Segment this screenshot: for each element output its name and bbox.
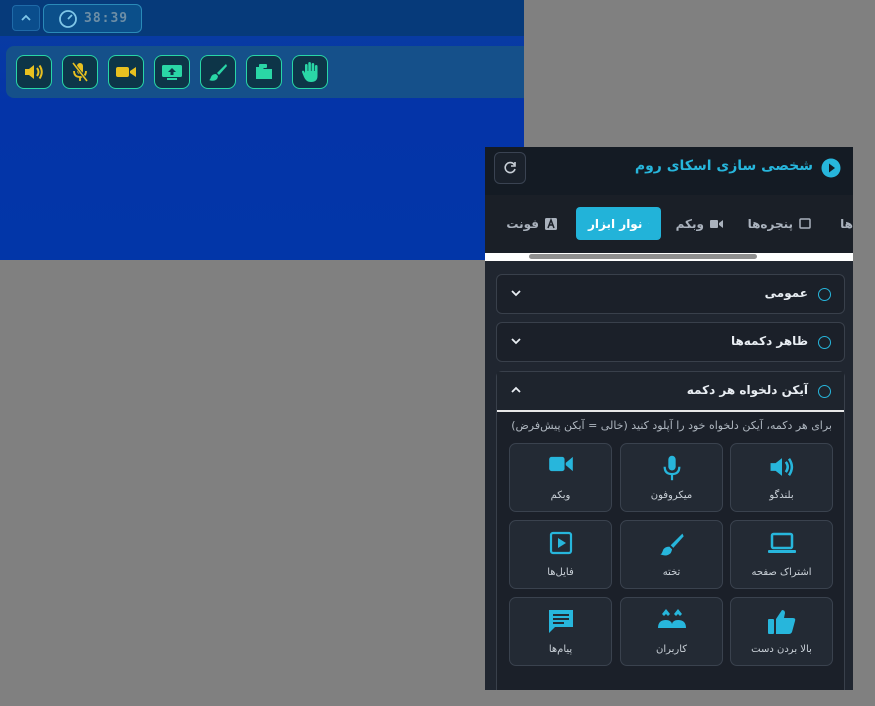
icon-card-webcam[interactable]: وبکم [509,443,612,512]
tab-partial[interactable]: ها [840,207,853,240]
speaker-icon [770,458,793,476]
section-button-appearance[interactable]: ظاهر دکمه‌ها [496,322,845,362]
laptop-icon [767,532,796,553]
card-label: تخته [662,567,681,578]
toolbar-raise-hand-button[interactable] [292,55,328,89]
chevron-up-icon [21,14,31,21]
chevron-up-icon [511,386,521,393]
section-header[interactable]: آیکن دلخواه هر دکمه [497,372,844,412]
camera-icon [710,219,723,228]
toolbar-mic-button[interactable] [62,55,98,89]
radio-icon [818,288,831,301]
tab-label: نوار ابزار [588,216,643,231]
card-label: بلندگو [769,490,794,501]
reset-button[interactable] [494,152,526,184]
icon-card-whiteboard[interactable]: تخته [620,520,723,589]
card-label: اشتراک صفحه [751,567,812,578]
preview-toolbar [6,46,524,98]
tab-label: ها [840,216,853,231]
icon-card-messages[interactable]: پیام‌ها [509,597,612,666]
panel-title: شخصی سازی اسکای روم [634,158,813,174]
microphone-icon [663,455,680,481]
users-icon [657,609,686,628]
chevron-down-icon [511,290,521,297]
card-label: فایل‌ها [547,567,574,578]
speaker-icon [25,64,43,80]
section-general[interactable]: عمومی [496,274,845,314]
hand-icon [302,62,318,82]
camera-icon [548,456,573,472]
play-file-icon [549,531,572,555]
tab-scrollbar[interactable] [485,253,853,261]
upload-hint: برای هر دکمه، آیکن دلخواه خود را آپلود ک… [511,419,832,432]
icon-card-users[interactable]: کاربران [620,597,723,666]
screen-share-icon [162,65,182,80]
customization-panel: شخصی سازی اسکای روم ها پنجره‌ها وبکم نوا… [485,147,853,690]
play-circle-icon [821,158,841,178]
tab-label: فونت [506,216,539,231]
window-icon [799,218,811,229]
brush-icon [209,64,227,81]
card-label: میکروفون [650,490,693,501]
refresh-icon [504,161,516,174]
timer-text: 38:39 [84,11,129,26]
preview-topbar: 38:39 [0,0,524,36]
thumbs-up-icon [767,610,795,634]
icon-card-files[interactable]: فایل‌ها [509,520,612,589]
wrench-icon [648,223,649,224]
icon-card-speaker[interactable]: بلندگو [730,443,833,512]
room-preview: 38:39 [0,0,524,260]
tab-label: پنجره‌ها [747,216,793,231]
toolbar-speaker-button[interactable] [16,55,52,89]
card-label: وبکم [550,490,571,501]
panel-header: شخصی سازی اسکای روم [485,147,853,195]
tab-windows[interactable]: پنجره‌ها [748,207,811,240]
tab-font[interactable]: فونت [506,207,557,240]
section-title: عمومی [764,286,808,300]
toolbar-whiteboard-button[interactable] [200,55,236,89]
section-custom-icons: آیکن دلخواه هر دکمه برای هر دکمه، آیکن د… [496,371,845,690]
session-timer: 38:39 [43,4,142,33]
section-title: آیکن دلخواه هر دکمه [686,383,808,397]
font-icon [545,217,557,230]
tab-bar: ها پنجره‌ها وبکم نوار ابزار فونت [485,195,853,253]
card-label: پیام‌ها [548,644,573,655]
chevron-down-icon [511,338,521,345]
icon-card-screen-share[interactable]: اشتراک صفحه [730,520,833,589]
toolbar-files-button[interactable] [246,55,282,89]
mic-off-icon [71,62,89,82]
tab-scroll-thumb[interactable] [529,254,757,259]
section-title: ظاهر دکمه‌ها [730,334,808,348]
toolbar-webcam-button[interactable] [108,55,144,89]
card-label: کاربران [655,644,688,655]
radio-icon [818,336,831,349]
icon-card-raise-hand[interactable]: بالا بردن دست [730,597,833,666]
radio-icon [818,385,831,398]
tab-toolbar[interactable]: نوار ابزار [576,207,661,240]
card-label: بالا بردن دست [751,644,812,655]
brush-icon [659,533,684,556]
icon-card-microphone[interactable]: میکروفون [620,443,723,512]
tab-label: وبکم [675,216,704,231]
collapse-button[interactable] [12,5,40,31]
toolbar-screen-share-button[interactable] [154,55,190,89]
chat-icon [548,610,573,633]
camera-icon [116,67,136,77]
folder-icon [256,64,272,79]
tab-webcam[interactable]: وبکم [676,207,723,240]
timer-icon [59,9,77,28]
